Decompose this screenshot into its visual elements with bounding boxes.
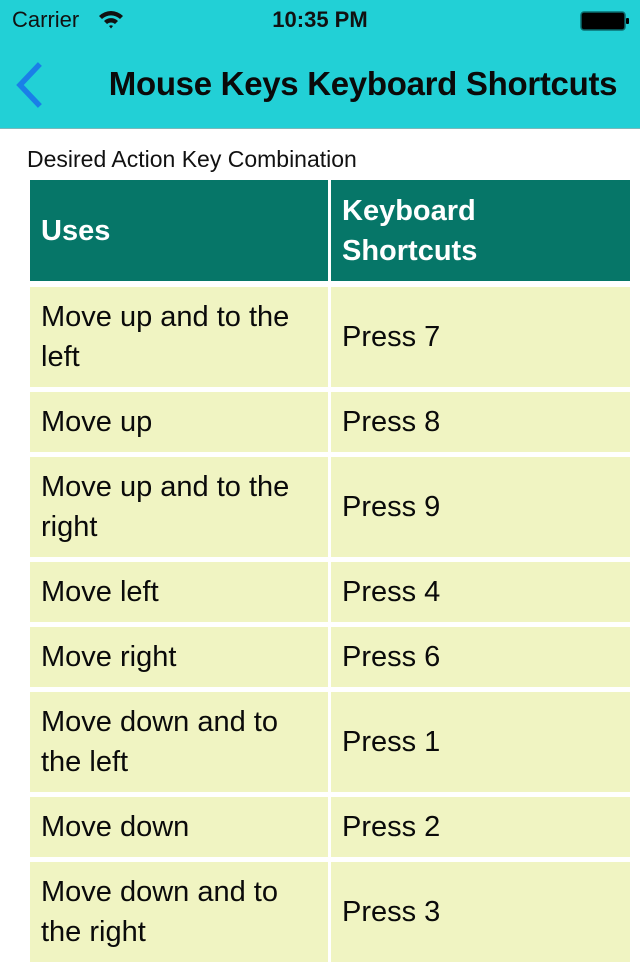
- use-cell: Move up: [30, 392, 328, 452]
- status-bar: Carrier 10:35 PM: [0, 0, 640, 40]
- shortcuts-table: Uses Keyboard Shortcuts Move up and to t…: [30, 180, 630, 962]
- chevron-left-icon: [10, 62, 50, 114]
- shortcut-cell: Press 9: [331, 457, 630, 557]
- battery-full-icon: [580, 11, 630, 31]
- column-header-shortcuts: Keyboard Shortcuts: [331, 180, 630, 281]
- shortcut-cell: Press 4: [331, 562, 630, 622]
- table-row: Move down and to the left Press 1: [30, 692, 630, 792]
- shortcut-cell: Press 6: [331, 627, 630, 687]
- shortcut-cell: Press 3: [331, 862, 630, 962]
- table-caption: Desired Action Key Combination: [27, 146, 357, 172]
- navigation-bar: Mouse Keys Keyboard Shortcuts: [0, 40, 640, 128]
- table-row: Move down Press 2: [30, 797, 630, 857]
- use-cell: Move right: [30, 627, 328, 687]
- app-header: Carrier 10:35 PM Mouse Keys Keyboard Sho: [0, 0, 640, 129]
- table-header-row: Uses Keyboard Shortcuts: [30, 180, 630, 281]
- table-row: Move up and to the left Press 7: [30, 287, 630, 387]
- use-cell: Move down and to the left: [30, 692, 328, 792]
- table-row: Move up and to the right Press 9: [30, 457, 630, 557]
- page-title: Mouse Keys Keyboard Shortcuts: [108, 65, 618, 102]
- use-cell: Move up and to the right: [30, 457, 328, 557]
- use-cell: Move up and to the left: [30, 287, 328, 387]
- shortcut-cell: Press 7: [331, 287, 630, 387]
- use-cell: Move down: [30, 797, 328, 857]
- use-cell: Move left: [30, 562, 328, 622]
- table-row: Move left Press 4: [30, 562, 630, 622]
- shortcut-cell: Press 8: [331, 392, 630, 452]
- status-time: 10:35 PM: [272, 7, 368, 32]
- use-cell: Move down and to the right: [30, 862, 328, 962]
- shortcut-cell: Press 2: [331, 797, 630, 857]
- back-button[interactable]: [10, 60, 50, 110]
- table-row: Move down and to the right Press 3: [30, 862, 630, 962]
- column-header-uses: Uses: [30, 180, 328, 281]
- table-row: Move right Press 6: [30, 627, 630, 687]
- table-row: Move up Press 8: [30, 392, 630, 452]
- shortcut-cell: Press 1: [331, 692, 630, 792]
